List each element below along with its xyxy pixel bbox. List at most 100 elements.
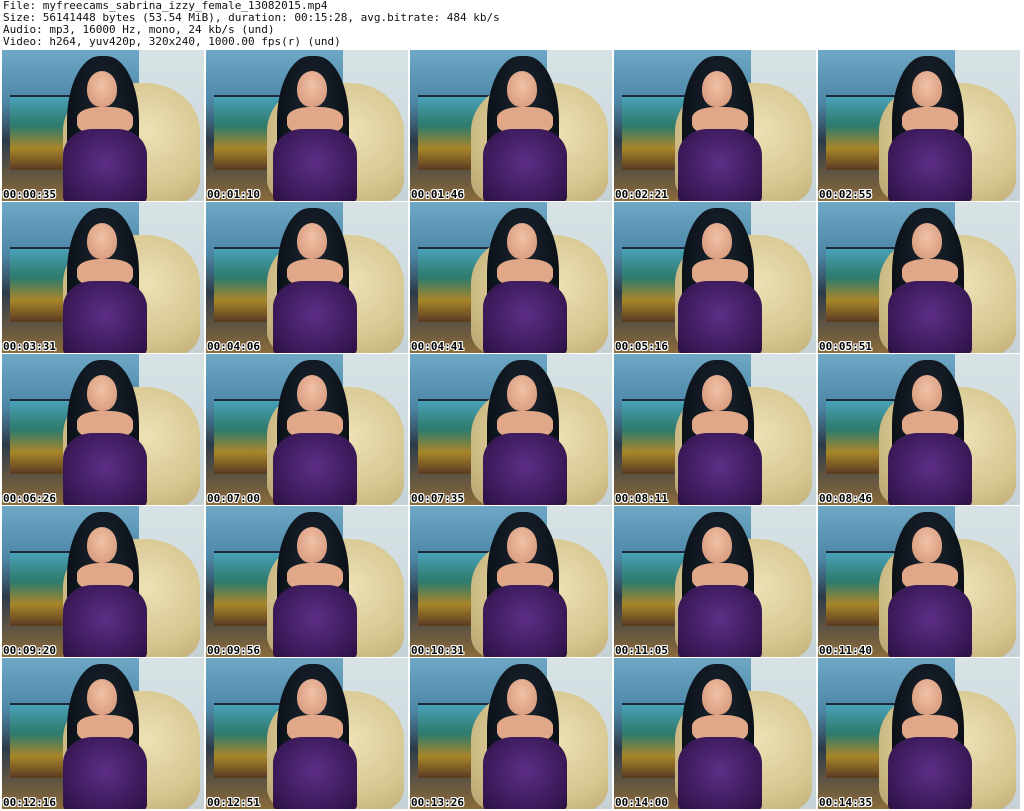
thumbnail-timestamp: 00:09:56 <box>207 644 260 657</box>
thumbnail-timestamp: 00:11:05 <box>615 644 668 657</box>
thumbnail-timestamp: 00:14:35 <box>819 796 872 809</box>
face <box>911 223 943 260</box>
face <box>911 375 943 412</box>
outfit <box>272 128 358 201</box>
outfit <box>272 584 358 657</box>
outfit <box>677 280 763 353</box>
face <box>506 679 538 716</box>
face <box>296 375 328 412</box>
face <box>701 375 733 412</box>
face <box>506 527 538 564</box>
face <box>911 71 943 108</box>
face <box>506 71 538 108</box>
face <box>86 71 118 108</box>
thumbnail-timestamp: 00:10:31 <box>411 644 464 657</box>
video-thumbnail: 00:08:46 <box>818 354 1020 505</box>
face <box>296 71 328 108</box>
outfit <box>677 128 763 201</box>
video-thumbnail: 00:07:35 <box>410 354 612 505</box>
video-thumbnail: 00:07:00 <box>206 354 408 505</box>
video-thumbnail: 00:09:56 <box>206 506 408 657</box>
video-thumbnail: 00:05:51 <box>818 202 1020 353</box>
thumbnail-timestamp: 00:14:00 <box>615 796 668 809</box>
video-thumbnail: 00:09:20 <box>2 506 204 657</box>
face <box>506 375 538 412</box>
face <box>701 679 733 716</box>
video-thumbnail: 00:11:05 <box>614 506 816 657</box>
outfit <box>482 736 568 809</box>
video-thumbnail: 00:13:26 <box>410 658 612 809</box>
thumbnail-timestamp: 00:08:11 <box>615 492 668 505</box>
face <box>701 71 733 108</box>
video-thumbnail: 00:04:06 <box>206 202 408 353</box>
thumbnail-timestamp: 00:01:10 <box>207 188 260 201</box>
outfit <box>62 128 148 201</box>
video-thumbnail: 00:02:55 <box>818 50 1020 201</box>
video-thumbnail: 00:01:10 <box>206 50 408 201</box>
thumbnail-timestamp: 00:04:41 <box>411 340 464 353</box>
thumbnail-timestamp: 00:01:46 <box>411 188 464 201</box>
outfit <box>272 736 358 809</box>
video-thumbnail: 00:14:35 <box>818 658 1020 809</box>
face <box>86 375 118 412</box>
thumbnail-timestamp: 00:07:00 <box>207 492 260 505</box>
video-thumbnail: 00:11:40 <box>818 506 1020 657</box>
face <box>506 223 538 260</box>
video-thumbnail: 00:12:16 <box>2 658 204 809</box>
outfit <box>887 736 973 809</box>
outfit <box>62 432 148 505</box>
face <box>701 527 733 564</box>
outfit <box>887 128 973 201</box>
face <box>296 223 328 260</box>
thumbnail-timestamp: 00:09:20 <box>3 644 56 657</box>
face <box>296 527 328 564</box>
video-info-line: Video: h264, yuv420p, 320x240, 1000.00 f… <box>3 35 341 48</box>
thumbnail-timestamp: 00:02:55 <box>819 188 872 201</box>
video-thumbnail: 00:12:51 <box>206 658 408 809</box>
outfit <box>677 736 763 809</box>
thumbnail-timestamp: 00:05:51 <box>819 340 872 353</box>
video-thumbnail: 00:08:11 <box>614 354 816 505</box>
video-thumbnail: 00:01:46 <box>410 50 612 201</box>
face <box>911 527 943 564</box>
thumbnail-timestamp: 00:06:26 <box>3 492 56 505</box>
outfit <box>482 584 568 657</box>
thumbnail-timestamp: 00:11:40 <box>819 644 872 657</box>
video-thumbnail: 00:02:21 <box>614 50 816 201</box>
video-thumbnail: 00:00:35 <box>2 50 204 201</box>
outfit <box>677 432 763 505</box>
video-thumbnail: 00:14:00 <box>614 658 816 809</box>
outfit <box>482 128 568 201</box>
outfit <box>482 280 568 353</box>
thumbnail-timestamp: 00:03:31 <box>3 340 56 353</box>
video-thumbnail: 00:04:41 <box>410 202 612 353</box>
outfit <box>272 432 358 505</box>
thumbnail-timestamp: 00:12:16 <box>3 796 56 809</box>
thumbnail-timestamp: 00:05:16 <box>615 340 668 353</box>
outfit <box>677 584 763 657</box>
thumbnail-timestamp: 00:08:46 <box>819 492 872 505</box>
file-info-header: File: myfreecams_sabrina_izzy_female_130… <box>3 0 1021 48</box>
thumbnail-timestamp: 00:07:35 <box>411 492 464 505</box>
thumbnail-timestamp: 00:12:51 <box>207 796 260 809</box>
outfit <box>887 432 973 505</box>
thumbnail-timestamp: 00:13:26 <box>411 796 464 809</box>
outfit <box>62 736 148 809</box>
thumbnail-grid: 00:00:35 00:01:10 00:01:46 00:02:21 00:02:55… <box>2 50 1022 810</box>
video-thumbnail: 00:05:16 <box>614 202 816 353</box>
face <box>911 679 943 716</box>
video-thumbnail: 00:10:31 <box>410 506 612 657</box>
face <box>86 527 118 564</box>
face <box>701 223 733 260</box>
outfit <box>887 280 973 353</box>
outfit <box>482 432 568 505</box>
outfit <box>272 280 358 353</box>
face <box>296 679 328 716</box>
face <box>86 679 118 716</box>
video-thumbnail: 00:03:31 <box>2 202 204 353</box>
video-thumbnail: 00:06:26 <box>2 354 204 505</box>
outfit <box>887 584 973 657</box>
thumbnail-timestamp: 00:04:06 <box>207 340 260 353</box>
thumbnail-timestamp: 00:00:35 <box>3 188 56 201</box>
outfit <box>62 280 148 353</box>
